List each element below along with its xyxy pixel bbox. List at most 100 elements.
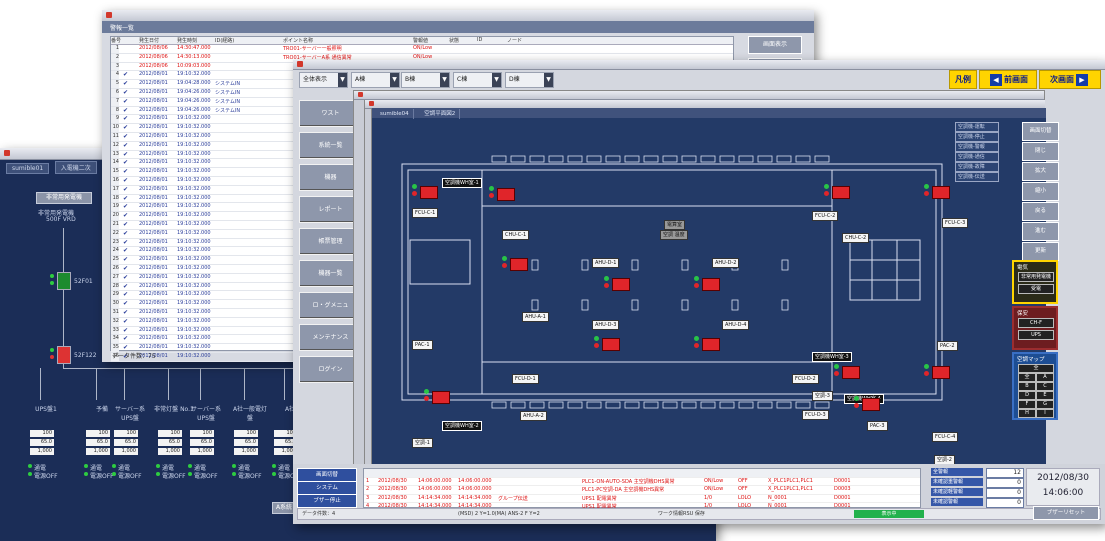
prev-screen-button[interactable]: ◀ 前画面 [979, 70, 1037, 89]
buzzer-stop-button[interactable]: ブザー停止 [297, 494, 357, 508]
column-header[interactable]: 発生日付 [139, 37, 159, 44]
row-date: 2012/08/01 [139, 282, 168, 289]
plan-side-button[interactable]: 戻る [1022, 202, 1059, 221]
aircon-zone-button[interactable]: H [1018, 409, 1036, 418]
unit-label[interactable]: FCU-C-2 [812, 211, 839, 221]
row-number: 9 [111, 115, 119, 124]
column-header[interactable]: 状態 [449, 37, 459, 44]
tab-sumible04[interactable]: sumible04 [376, 109, 414, 119]
unit-label[interactable]: AHU-A-1 [522, 312, 549, 322]
column-header[interactable]: 発生時刻 [177, 37, 197, 44]
unit-label[interactable]: FCU-C-4 [932, 432, 959, 442]
column-header[interactable]: ID [477, 37, 482, 43]
unit-label[interactable]: AHU-D-3 [592, 320, 620, 330]
aircon-unit-icon[interactable] [420, 186, 438, 199]
generator-link[interactable]: 非常用発電機 [1018, 272, 1054, 282]
plan-side-button[interactable]: 画面切替 [1022, 122, 1059, 141]
aircon-zone-button[interactable]: B [1018, 382, 1036, 391]
alarm-cell: 1/0 [704, 494, 713, 501]
unit-label[interactable]: FCU-D-3 [802, 410, 829, 420]
aircon-zone-button[interactable]: I [1036, 409, 1054, 418]
alarm-row[interactable]: 1 2012/08/30 14:06:00.000 14:06:00.000 PLC1-… [364, 478, 920, 486]
unit-label[interactable]: CHU-C-1 [502, 230, 530, 240]
aircon-zone-button[interactable]: E [1036, 391, 1054, 400]
aircon-unit-icon[interactable] [932, 186, 950, 199]
generator-button[interactable]: 非常用発電機 [36, 192, 92, 204]
aircon-zone-button[interactable]: 全 [1018, 373, 1036, 382]
aircon-unit-icon[interactable] [702, 278, 720, 291]
building-c-dropdown[interactable]: C棟 ▼ [453, 72, 502, 88]
area-dropdown[interactable]: 全体表示 ▼ [299, 72, 348, 88]
breaker-52F01[interactable] [57, 272, 71, 290]
unit-label[interactable]: 空調-1 [412, 438, 433, 448]
aircon-unit-icon[interactable] [497, 188, 515, 201]
building-a-dropdown[interactable]: A棟 ▼ [351, 72, 400, 88]
plan-side-button[interactable]: 更新 [1022, 242, 1059, 261]
aircon-zone-button[interactable]: G [1036, 400, 1054, 409]
tab-floor-plan[interactable]: 空調平面図2 [420, 109, 461, 119]
legend-button[interactable]: 凡例 [949, 70, 977, 89]
unit-label[interactable]: PAC-1 [412, 340, 433, 350]
row-time: 19:10:32.000 [177, 141, 211, 148]
system-button[interactable]: システム [297, 481, 357, 495]
column-header[interactable]: ID(経路) [215, 37, 234, 44]
receive-link[interactable]: 受電 [1018, 284, 1054, 294]
unit-label[interactable]: AHU-D-2 [712, 258, 740, 268]
aircon-unit-icon[interactable] [862, 398, 880, 411]
unit-label[interactable]: PAC-3 [867, 421, 888, 431]
alarm-row[interactable]: 3 2012/08/30 14:14:34.000 14:14:34.000 グループ伝… [364, 494, 920, 503]
aircon-unit-icon[interactable] [602, 338, 620, 351]
aircon-zone-button[interactable]: D [1018, 391, 1036, 400]
unit-label[interactable]: FCU-D-2 [792, 374, 819, 384]
unit-label[interactable]: FCU-C-3 [942, 218, 969, 228]
aircon-zone-button[interactable]: C [1036, 382, 1054, 391]
aircon-unit-icon[interactable] [932, 366, 950, 379]
unit-label[interactable]: FCU-D-1 [512, 374, 539, 384]
unit-label[interactable]: 空調-3 [812, 391, 833, 401]
app-icon [369, 101, 374, 106]
unit-label[interactable]: PAC-2 [937, 341, 958, 351]
alarm-row[interactable]: 2 2012/08/30 14:06:00.000 14:06:00.000 PLC1-… [364, 486, 920, 495]
column-header[interactable]: 警報値 [413, 37, 428, 44]
plan-side-button[interactable]: 閉じ [1022, 142, 1059, 161]
plan-side-button[interactable]: 拡大 [1022, 162, 1059, 181]
aircon-unit-icon[interactable] [612, 278, 630, 291]
buzzer-reset-button[interactable]: ブザーリセット [1033, 506, 1099, 520]
row-time: 19:10:32.000 [177, 264, 211, 271]
display-button[interactable]: 画面表示 [748, 36, 802, 54]
tab-second[interactable]: 入電機二次 [54, 161, 97, 174]
unit-label[interactable]: CHU-C-2 [842, 233, 870, 243]
status-red-icon [694, 343, 699, 348]
row-time: 19:10:32.000 [177, 238, 211, 245]
screen-switch-button[interactable]: 画面切替 [297, 468, 357, 482]
column-header[interactable]: 番号 [111, 37, 121, 44]
unit-label[interactable]: AHU-D-1 [592, 258, 620, 268]
chf-link[interactable]: CH-F [1018, 318, 1054, 328]
feeder-value: 100 [234, 430, 258, 437]
column-header[interactable]: ポイント名称 [283, 37, 313, 44]
aircon-zone-button[interactable]: 全 [1018, 364, 1054, 373]
unit-label[interactable]: FCU-C-1 [412, 208, 439, 218]
aircon-unit-icon[interactable] [432, 391, 450, 404]
unit-label[interactable]: AHU-A-2 [520, 411, 547, 421]
building-d-dropdown[interactable]: D棟 ▼ [505, 72, 554, 88]
current-alarm-list[interactable]: 1 2012/08/30 14:06:00.000 14:06:00.000 PLC1-… [363, 468, 921, 512]
next-screen-button[interactable]: 次画面 ▶ [1039, 70, 1101, 89]
aircon-zone-button[interactable]: A [1036, 373, 1054, 382]
aircon-unit-icon[interactable] [510, 258, 528, 271]
aircon-unit-icon[interactable] [842, 366, 860, 379]
plan-side-button[interactable]: 進む [1022, 222, 1059, 241]
aircon-zone-button[interactable]: F [1018, 400, 1036, 409]
ups-link[interactable]: UPS [1018, 330, 1054, 340]
aircon-unit-icon[interactable] [832, 186, 850, 199]
table-row[interactable]: 1 2012/08/06 14:30:47.000 TRO01-サーバー一般照明 ON/… [111, 45, 733, 54]
check-icon: ✔ [123, 238, 129, 246]
column-header[interactable]: ノード [507, 37, 522, 44]
unit-label[interactable]: AHU-D-4 [722, 320, 750, 330]
aircon-unit-icon[interactable] [702, 338, 720, 351]
breaker-52F122[interactable] [57, 346, 71, 364]
tab-sumible01[interactable]: sumible01 [6, 163, 50, 174]
check-icon: ✔ [123, 124, 129, 132]
building-b-dropdown[interactable]: B棟 ▼ [401, 72, 450, 88]
plan-side-button[interactable]: 縮小 [1022, 182, 1059, 201]
